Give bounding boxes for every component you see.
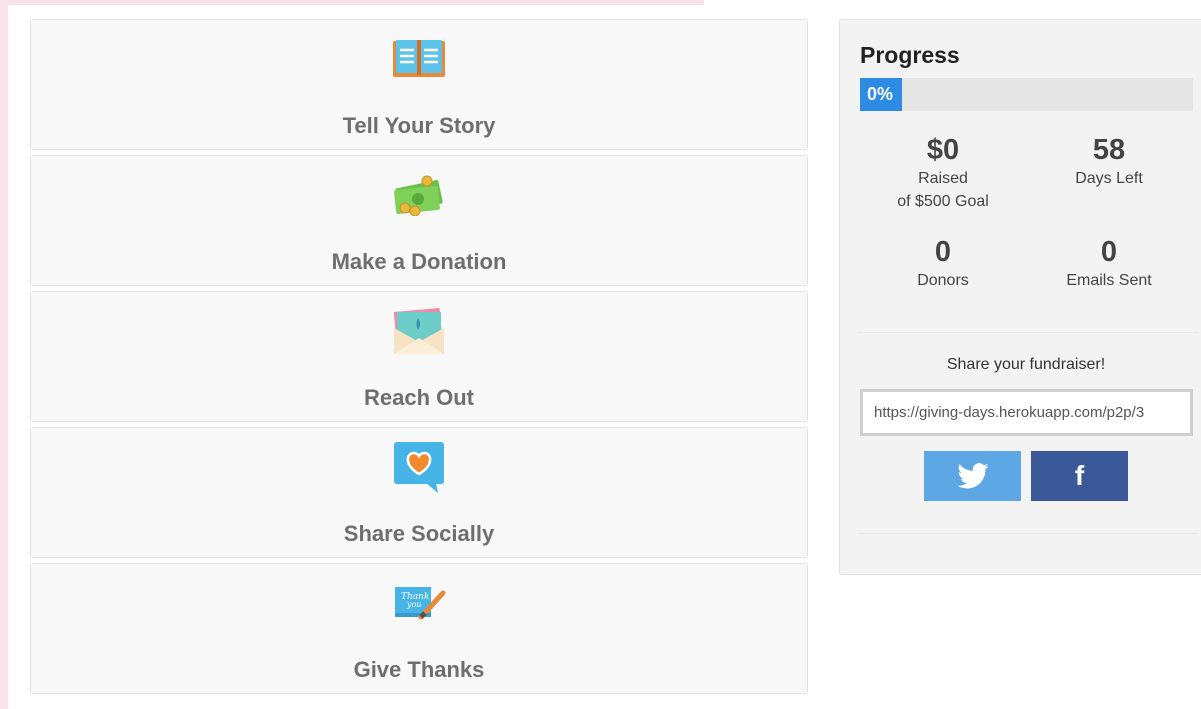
emails-sent-value: 0 — [1100, 236, 1118, 268]
panel-title: Progress — [860, 42, 960, 68]
share-prompt: Share your fundraiser! — [946, 356, 1106, 373]
progress-panel: Progress 0% $0 Raised of $500 Goal 58 Da… — [839, 19, 1201, 575]
facebook-icon: f — [1074, 460, 1085, 491]
goal-label: of $500 Goal — [897, 193, 989, 210]
facebook-share-button[interactable]: f — [1031, 451, 1128, 501]
progress-fill: 0% — [860, 78, 902, 111]
days-left-label: Days Left — [1075, 170, 1143, 187]
step-label: Give Thanks — [353, 657, 485, 682]
divider — [858, 332, 1198, 333]
emails-sent-stat: 0 Emails Sent — [1029, 235, 1189, 292]
emails-sent-label: Emails Sent — [1066, 272, 1152, 289]
book-icon — [391, 36, 447, 82]
step-label: Reach Out — [363, 385, 475, 410]
fundraiser-steps: Tell Your Story Make a Donation Reach Ou… — [30, 19, 808, 699]
progress-bar: 0% — [860, 78, 1193, 111]
step-label: Tell Your Story — [342, 113, 496, 138]
days-left-value: 58 — [1092, 134, 1126, 166]
step-tell-your-story[interactable]: Tell Your Story — [30, 19, 808, 150]
step-reach-out[interactable]: Reach Out — [30, 291, 808, 422]
divider — [858, 533, 1198, 534]
top-accent-strip — [0, 0, 704, 5]
heart-bubble-icon — [391, 442, 447, 493]
step-give-thanks[interactable]: Thank you Give Thanks — [30, 563, 808, 694]
share-url-field[interactable] — [860, 389, 1193, 436]
step-label: Share Socially — [343, 521, 495, 546]
step-share-socially[interactable]: Share Socially — [30, 427, 808, 558]
left-accent-strip — [0, 0, 8, 709]
donors-label: Donors — [917, 272, 969, 289]
days-left-stat: 58 Days Left — [1029, 133, 1189, 190]
money-icon — [391, 172, 447, 218]
svg-text:you: you — [406, 600, 422, 609]
raised-stat: $0 Raised of $500 Goal — [863, 133, 1023, 213]
envelope-icon — [391, 308, 447, 354]
step-make-a-donation[interactable]: Make a Donation — [30, 155, 808, 286]
step-label: Make a Donation — [331, 249, 507, 274]
thank-you-card-icon: Thank you — [391, 580, 447, 626]
twitter-share-button[interactable] — [924, 451, 1021, 501]
twitter-icon — [956, 463, 989, 489]
raised-value: $0 — [926, 134, 960, 166]
raised-label: Raised — [918, 170, 968, 187]
donors-stat: 0 Donors — [863, 235, 1023, 292]
donors-value: 0 — [934, 236, 952, 268]
